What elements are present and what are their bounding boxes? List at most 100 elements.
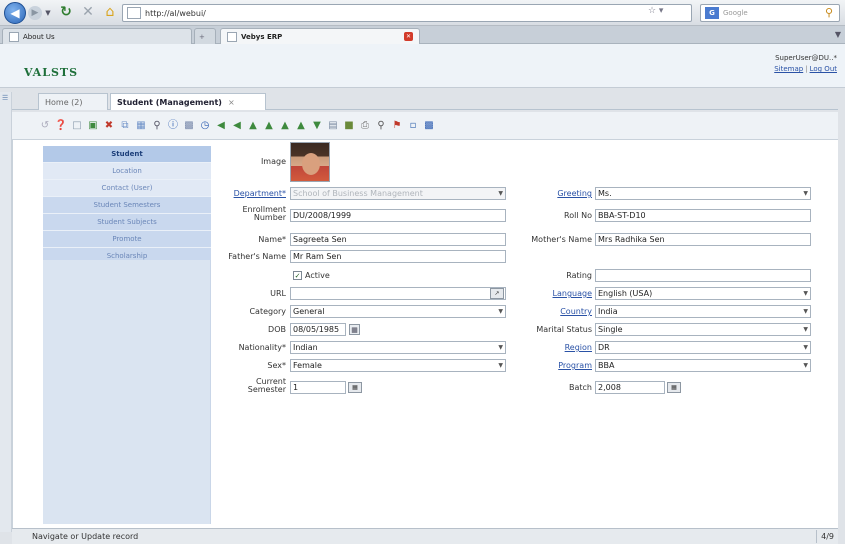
close-icon[interactable]: × — [228, 98, 235, 107]
program-select[interactable]: BBA ▼ — [595, 359, 811, 372]
semester-calc-button[interactable]: ▦ — [348, 382, 362, 393]
active-checkbox[interactable]: ✓ — [293, 271, 302, 280]
up-record-icon[interactable]: ▲ — [246, 119, 260, 133]
find-icon[interactable]: ⚲ — [150, 119, 164, 133]
sidebar-item-student-subjects[interactable]: Student Subjects — [43, 214, 211, 231]
current-semester-input[interactable]: 1 — [290, 381, 346, 394]
rollno-input[interactable]: BBA-ST-D10 — [595, 209, 811, 222]
sex-select[interactable]: Female ▼ — [290, 359, 506, 372]
back-arrow-icon[interactable]: ◀ — [4, 2, 26, 24]
refresh-icon[interactable]: ↺ — [38, 119, 52, 133]
address-bar[interactable]: http://al/webui/ — [122, 4, 692, 22]
greeting-select[interactable]: Ms. ▼ — [595, 187, 811, 200]
department-label[interactable]: Department* — [210, 190, 286, 198]
dob-input[interactable]: 08/05/1985 — [290, 323, 346, 336]
archive-icon[interactable]: ■ — [342, 119, 356, 133]
new-record-icon[interactable]: □ — [70, 119, 84, 133]
bookmark-star-icon[interactable]: ☆ ▾ — [648, 6, 663, 16]
fathers-name-value: Mr Ram Sen — [293, 252, 342, 261]
app-header: VALSTS SuperUser@DU..* Sitemap | Log Out — [0, 44, 845, 88]
panel-toggle-icon[interactable]: ☰ — [2, 94, 8, 102]
chat-icon[interactable]: ▩ — [422, 119, 436, 133]
forward-arrow-icon[interactable]: ▶ — [28, 6, 42, 20]
workflow-icon[interactable]: ⚑ — [390, 119, 404, 133]
tab-student-management[interactable]: Student (Management) × — [110, 93, 266, 110]
history-icon[interactable]: ◷ — [198, 119, 212, 133]
tab-list-icon[interactable]: ▼ — [835, 30, 841, 39]
new-tab-button[interactable]: + — [194, 28, 216, 44]
language-label[interactable]: Language — [520, 290, 592, 298]
url-input[interactable] — [290, 287, 506, 300]
reload-icon[interactable]: ↻ — [58, 4, 74, 20]
history-dropdown-icon[interactable]: ▼ — [44, 8, 52, 18]
enrollment-input[interactable]: DU/2008/1999 — [290, 209, 506, 222]
chevron-down-icon[interactable]: ▼ — [498, 362, 503, 369]
fathers-name-input[interactable]: Mr Ram Sen — [290, 250, 506, 263]
chevron-down-icon[interactable]: ▼ — [803, 326, 808, 333]
previous-record-icon[interactable]: ◀ — [230, 119, 244, 133]
address-text[interactable]: http://al/webui/ — [145, 9, 206, 18]
program-label[interactable]: Program — [520, 362, 592, 370]
first-record-icon[interactable]: ◀ — [214, 119, 228, 133]
rating-input[interactable] — [595, 269, 811, 282]
google-icon: G — [705, 7, 719, 19]
collapsed-panel[interactable]: ☰ — [0, 92, 12, 532]
report-icon[interactable]: ▤ — [326, 119, 340, 133]
url-open-button[interactable]: ↗ — [490, 288, 504, 299]
help-icon[interactable]: ❓ — [54, 119, 68, 133]
sidebar-item-student-semesters[interactable]: Student Semesters — [43, 197, 211, 214]
sidebar-item-location[interactable]: Location — [43, 163, 211, 180]
sidebar-item-student[interactable]: Student — [43, 146, 211, 163]
name-input[interactable]: Sagreeta Sen — [290, 233, 506, 246]
region-select[interactable]: DR ▼ — [595, 341, 811, 354]
mothers-name-input[interactable]: Mrs Radhika Sen — [595, 233, 811, 246]
print-icon[interactable]: ⎙ — [358, 119, 372, 133]
browser-tab-erp[interactable]: Vebys ERP ✕ — [220, 28, 420, 44]
parent-record-icon[interactable]: ▲ — [294, 119, 308, 133]
chevron-down-icon[interactable]: ▼ — [803, 308, 808, 315]
country-label[interactable]: Country — [520, 308, 592, 316]
calendar-icon[interactable]: ▦ — [349, 324, 360, 335]
delete-icon[interactable]: ✖ — [102, 119, 116, 133]
nationality-select[interactable]: Indian ▼ — [290, 341, 506, 354]
browser-tab-about[interactable]: About Us — [2, 28, 192, 44]
detail-record-icon[interactable]: ▼ — [310, 119, 324, 133]
student-photo[interactable] — [290, 142, 330, 182]
stop-icon[interactable]: ✕ — [80, 4, 96, 20]
sitemap-link[interactable]: Sitemap — [774, 65, 803, 73]
copy-icon[interactable]: ⧉ — [118, 119, 132, 133]
greeting-label[interactable]: Greeting — [520, 190, 592, 198]
magnifier-icon[interactable]: ⚲ — [825, 6, 833, 19]
category-select[interactable]: General ▼ — [290, 305, 506, 318]
close-tab-icon[interactable]: ✕ — [404, 32, 413, 41]
language-select[interactable]: English (USA) ▼ — [595, 287, 811, 300]
sidebar-item-promote[interactable]: Promote — [43, 231, 211, 248]
department-select[interactable]: School of Business Management ▼ — [290, 187, 506, 200]
region-label[interactable]: Region — [520, 344, 592, 352]
chevron-down-icon[interactable]: ▼ — [803, 190, 808, 197]
attachment-icon[interactable]: ▩ — [182, 119, 196, 133]
chevron-down-icon[interactable]: ▼ — [803, 362, 808, 369]
home-icon[interactable]: ⌂ — [102, 3, 118, 21]
zoom-icon[interactable]: ⚲ — [374, 119, 388, 133]
marital-status-select[interactable]: Single ▼ — [595, 323, 811, 336]
last-record-icon[interactable]: ▲ — [278, 119, 292, 133]
chevron-down-icon[interactable]: ▼ — [803, 344, 808, 351]
next-record-icon[interactable]: ▲ — [262, 119, 276, 133]
info-icon[interactable]: ⓘ — [166, 119, 180, 133]
chevron-down-icon[interactable]: ▼ — [803, 290, 808, 297]
chevron-down-icon[interactable]: ▼ — [498, 308, 503, 315]
grid-icon[interactable]: ▦ — [134, 119, 148, 133]
batch-calc-button[interactable]: ▦ — [667, 382, 681, 393]
save-icon[interactable]: ▣ — [86, 119, 100, 133]
tab-home[interactable]: Home (2) — [38, 93, 108, 110]
chevron-down-icon[interactable]: ▼ — [498, 344, 503, 351]
country-select[interactable]: India ▼ — [595, 305, 811, 318]
sidebar-item-contact[interactable]: Contact (User) — [43, 180, 211, 197]
chevron-down-icon[interactable]: ▼ — [498, 190, 503, 197]
batch-input[interactable]: 2,008 — [595, 381, 665, 394]
search-box[interactable]: G Google ⚲ — [700, 4, 840, 22]
request-icon[interactable]: ▫ — [406, 119, 420, 133]
page-icon — [9, 31, 19, 42]
logout-link[interactable]: Log Out — [810, 65, 837, 73]
